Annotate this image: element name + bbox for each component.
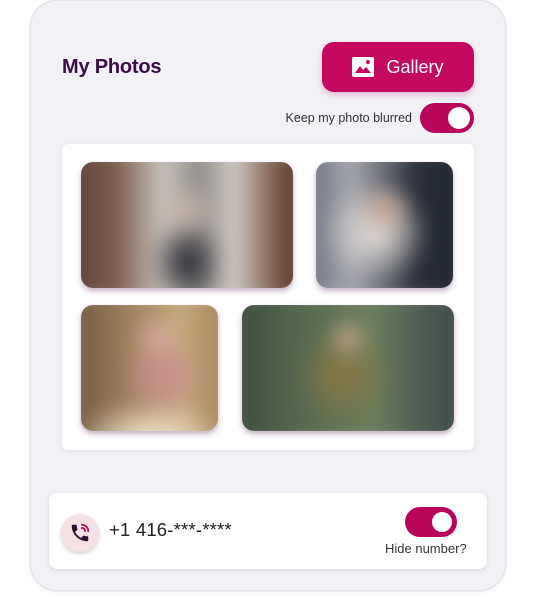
gallery-button[interactable]: Gallery [322, 42, 474, 92]
phone-icon-badge [61, 514, 99, 552]
photo-tile[interactable] [81, 305, 218, 431]
hide-number-toggle[interactable] [405, 507, 457, 537]
photo-tile[interactable] [81, 162, 293, 288]
blur-setting-row: Keep my photo blurred [261, 102, 474, 134]
page-title: My Photos [62, 56, 162, 78]
blur-photo-toggle[interactable] [420, 103, 474, 133]
photo-tile[interactable] [242, 305, 454, 431]
photo-tile[interactable] [316, 162, 453, 288]
my-photos-card: My Photos Gallery Keep my photo blurred … [31, 1, 505, 590]
toggle-knob [432, 512, 452, 532]
phone-number-text: +1 416-***-**** [109, 519, 232, 540]
blur-setting-label: Keep my photo blurred [285, 111, 412, 125]
phone-call-icon [71, 523, 90, 542]
toggle-knob [448, 107, 470, 129]
image-icon [352, 57, 375, 77]
gallery-button-label: Gallery [386, 56, 444, 77]
photo-grid [62, 144, 474, 450]
hide-number-label: Hide number? [385, 541, 467, 556]
phone-number-card: +1 416-***-**** Hide number? [49, 493, 487, 569]
